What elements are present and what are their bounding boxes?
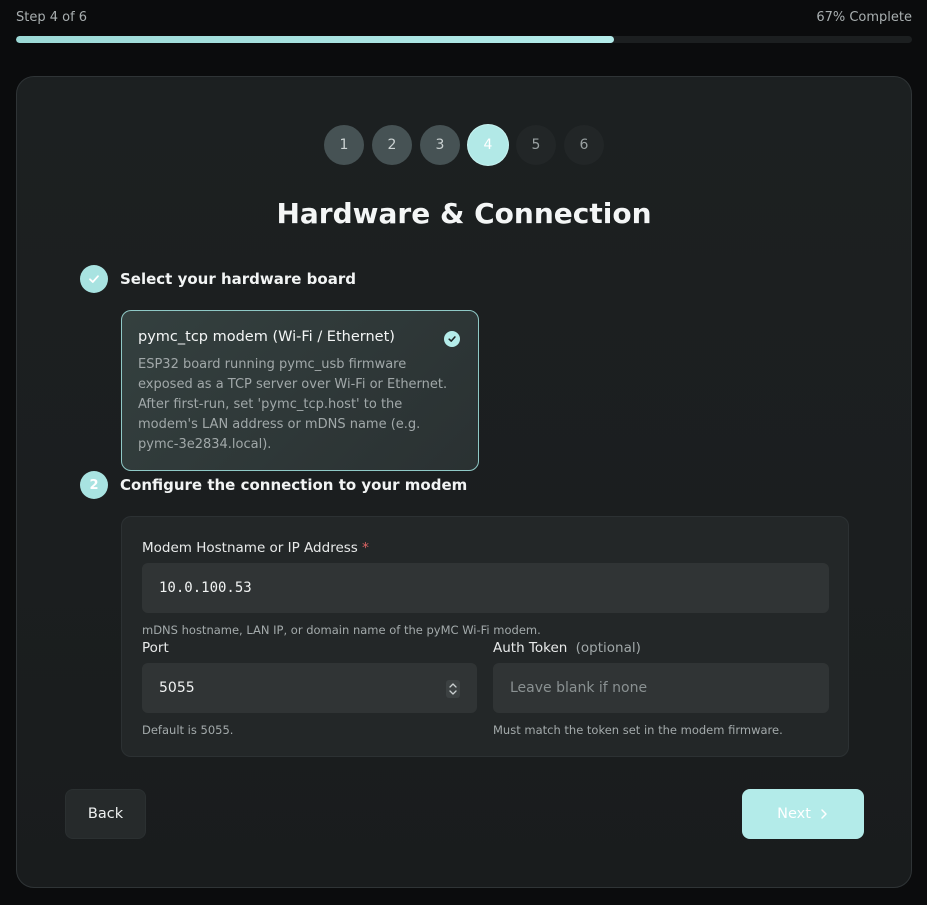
check-icon (89, 275, 99, 283)
port-stepper[interactable] (446, 680, 460, 698)
wizard-card: 1 2 3 4 5 6 Hardware & Connection Select… (16, 76, 912, 888)
board-description: ESP32 board running pymc_usb firmware ex… (138, 357, 448, 452)
progress-bar (16, 36, 912, 43)
step-4[interactable]: 4 (468, 125, 508, 165)
step-5[interactable]: 5 (516, 125, 556, 165)
back-button[interactable]: Back (65, 789, 146, 839)
token-placeholder: Leave blank if none (510, 680, 648, 696)
section-select-hardware: Select your hardware board (80, 265, 356, 293)
stepper: 1 2 3 4 5 6 (324, 125, 604, 165)
section-heading: Configure the connection to your modem (120, 476, 468, 494)
step-3[interactable]: 3 (420, 125, 460, 165)
next-button[interactable]: Next (742, 789, 864, 839)
host-label: Modem Hostname or IP Address * (142, 540, 369, 556)
port-input[interactable]: 5055 (142, 663, 477, 713)
step-1[interactable]: 1 (324, 125, 364, 165)
step-counter: Step 4 of 6 (16, 10, 88, 25)
chevron-up-down-icon (449, 683, 457, 695)
page-title: Hardware & Connection (276, 197, 652, 230)
required-mark: * (362, 540, 369, 556)
section-number-badge: 2 (80, 471, 108, 499)
board-title: pymc_tcp modem (Wi-Fi / Ethernet) (138, 329, 395, 345)
progress-bar-fill (16, 36, 614, 43)
step-2[interactable]: 2 (372, 125, 412, 165)
section-complete-badge (80, 265, 108, 293)
percent-complete: 67% Complete (816, 10, 912, 25)
token-hint: Must match the token set in the modem fi… (493, 723, 783, 737)
connection-config-panel: Modem Hostname or IP Address * 10.0.100.… (121, 516, 849, 757)
host-hint: mDNS hostname, LAN IP, or domain name of… (142, 623, 541, 637)
section-configure-connection: 2 Configure the connection to your modem (80, 471, 467, 499)
next-label: Next (777, 806, 811, 822)
host-input[interactable]: 10.0.100.53 (142, 563, 829, 613)
port-hint: Default is 5055. (142, 723, 234, 737)
chevron-right-icon (821, 809, 827, 819)
hardware-board-option-selected[interactable]: pymc_tcp modem (Wi-Fi / Ethernet) ESP32 … (121, 310, 479, 471)
token-label: Auth Token (optional) (493, 640, 641, 656)
port-label: Port (142, 640, 169, 656)
token-input[interactable]: Leave blank if none (493, 663, 829, 713)
section-heading: Select your hardware board (120, 270, 356, 288)
selected-check-icon (444, 331, 460, 347)
step-6[interactable]: 6 (564, 125, 604, 165)
progress-header: Step 4 of 6 67% Complete (16, 10, 912, 25)
optional-tag: (optional) (575, 640, 641, 656)
